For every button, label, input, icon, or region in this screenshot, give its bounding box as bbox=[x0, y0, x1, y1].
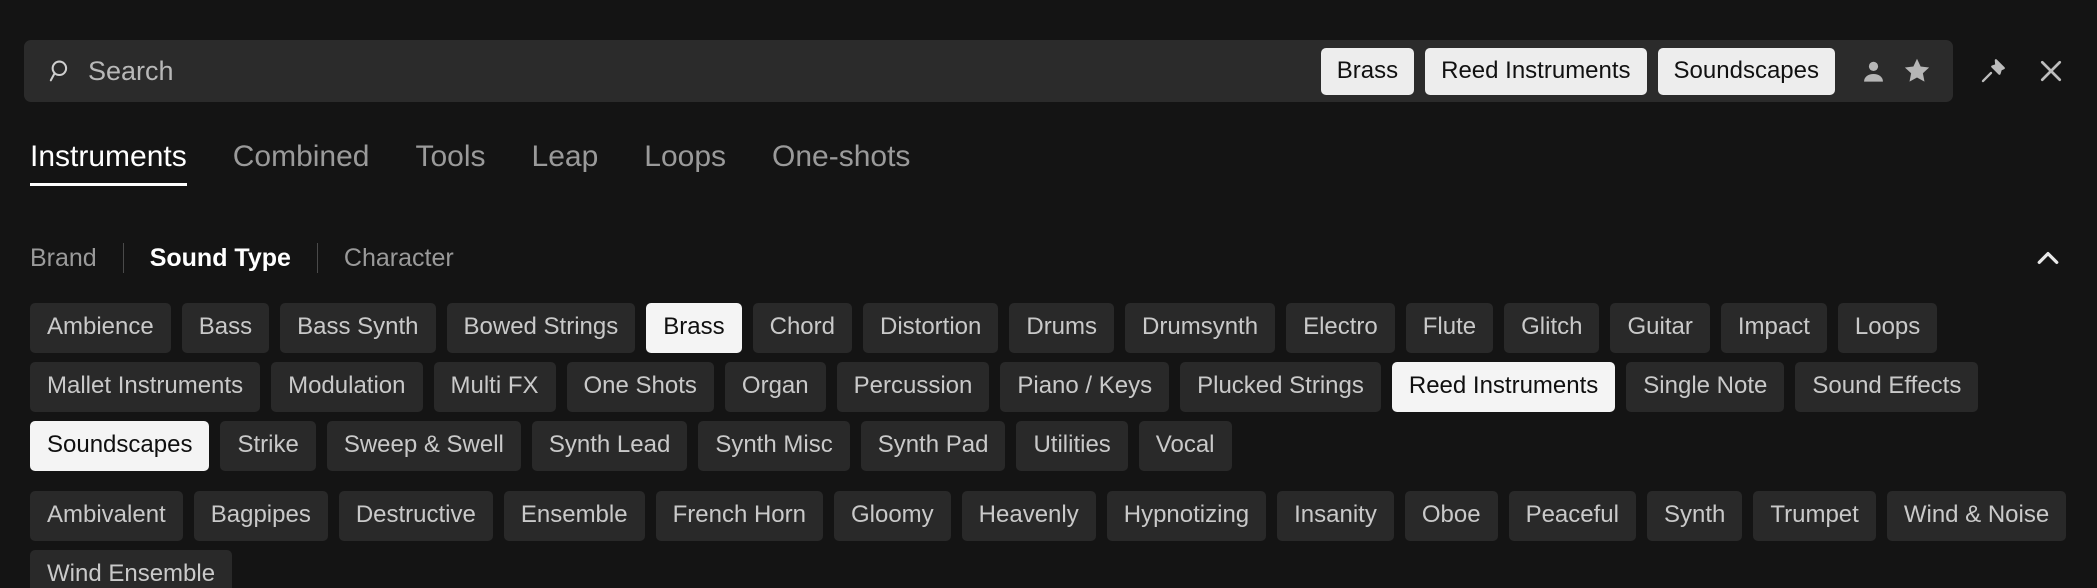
filter-tag-ensemble[interactable]: Ensemble bbox=[503, 491, 645, 541]
filter-tag-oboe[interactable]: Oboe bbox=[1404, 491, 1498, 541]
filter-tag-strike[interactable]: Strike bbox=[220, 421, 316, 471]
chevron-up-icon[interactable] bbox=[2026, 238, 2070, 278]
filter-tag-multi-fx[interactable]: Multi FX bbox=[433, 362, 556, 412]
filter-tag-wind-noise[interactable]: Wind & Noise bbox=[1886, 491, 2067, 541]
tag-row: Ambience Bass Bass Synth Bowed Strings Brass… bbox=[30, 303, 2070, 353]
filter-tag-french-horn[interactable]: French Horn bbox=[655, 491, 823, 541]
filter-tag-piano-keys[interactable]: Piano / Keys bbox=[1000, 362, 1170, 412]
filter-tag-drumsynth[interactable]: Drumsynth bbox=[1125, 303, 1276, 353]
filter-tag-brass[interactable]: Brass bbox=[646, 303, 742, 353]
filter-tag-peaceful[interactable]: Peaceful bbox=[1508, 491, 1636, 541]
subtype-tags: Ambivalent Bagpipes Destructive Ensemble Fre… bbox=[30, 491, 2070, 588]
filter-tag-impact[interactable]: Impact bbox=[1720, 303, 1827, 353]
active-chip-brass[interactable]: Brass bbox=[1320, 47, 1415, 95]
tag-row: Soundscapes Strike Sweep & Swell Synth Lead… bbox=[30, 421, 2070, 471]
filter-tag-bowed-strings[interactable]: Bowed Strings bbox=[446, 303, 636, 353]
tag-row: Mallet Instruments Modulation Multi FX One … bbox=[30, 362, 2070, 412]
filter-tag-mallet-instruments[interactable]: Mallet Instruments bbox=[30, 362, 261, 412]
pin-icon[interactable] bbox=[1971, 49, 2015, 93]
filter-tag-utilities[interactable]: Utilities bbox=[1016, 421, 1128, 471]
filter-tag-hypnotizing[interactable]: Hypnotizing bbox=[1106, 491, 1267, 541]
filter-tag-synth[interactable]: Synth bbox=[1646, 491, 1743, 541]
filter-tag-synth-pad[interactable]: Synth Pad bbox=[860, 421, 1006, 471]
filter-tag-single-note[interactable]: Single Note bbox=[1626, 362, 1785, 412]
tab-label: Instruments bbox=[30, 140, 187, 173]
filter-tag-percussion[interactable]: Percussion bbox=[836, 362, 990, 412]
filter-tag-organ[interactable]: Organ bbox=[724, 362, 826, 412]
category-character[interactable]: Character bbox=[318, 244, 480, 273]
filter-tag-ambience[interactable]: Ambience bbox=[30, 303, 171, 353]
filter-tag-reed-instruments[interactable]: Reed Instruments bbox=[1391, 362, 1616, 412]
filter-tag-trumpet[interactable]: Trumpet bbox=[1753, 491, 1876, 541]
tag-row: Wind Ensemble bbox=[30, 550, 2070, 588]
main-tabs: Instruments Combined Tools Leap Loops On… bbox=[30, 140, 933, 186]
filter-tag-bass-synth[interactable]: Bass Synth bbox=[280, 303, 436, 353]
filter-tag-loops[interactable]: Loops bbox=[1837, 303, 1938, 353]
browser-filter-panel: Brass Reed Instruments Soundscapes bbox=[0, 0, 2097, 588]
active-chip-reed-instruments[interactable]: Reed Instruments bbox=[1425, 47, 1647, 95]
tab-label: Leap bbox=[531, 140, 599, 173]
filter-tag-bagpipes[interactable]: Bagpipes bbox=[193, 491, 328, 541]
filter-tag-drums[interactable]: Drums bbox=[1009, 303, 1115, 353]
search-input[interactable] bbox=[74, 51, 1321, 91]
tab-label: One-shots bbox=[772, 140, 911, 173]
category-brand[interactable]: Brand bbox=[30, 244, 123, 273]
tab-combined[interactable]: Combined bbox=[210, 140, 393, 186]
filter-tag-soundscapes[interactable]: Soundscapes bbox=[30, 421, 210, 471]
filter-tag-vocal[interactable]: Vocal bbox=[1138, 421, 1232, 471]
filter-tag-heavenly[interactable]: Heavenly bbox=[961, 491, 1096, 541]
active-filter-chips: Brass Reed Instruments Soundscapes bbox=[1320, 47, 1835, 95]
window-controls bbox=[1971, 49, 2073, 93]
filter-tag-flute[interactable]: Flute bbox=[1405, 303, 1494, 353]
sound-type-tags: Ambience Bass Bass Synth Bowed Strings Brass… bbox=[30, 303, 2070, 491]
filter-tag-sound-effects[interactable]: Sound Effects bbox=[1795, 362, 1979, 412]
filter-tag-electro[interactable]: Electro bbox=[1286, 303, 1395, 353]
filter-tag-plucked-strings[interactable]: Plucked Strings bbox=[1180, 362, 1381, 412]
user-icon[interactable] bbox=[1851, 49, 1895, 93]
filter-tag-synth-misc[interactable]: Synth Misc bbox=[698, 421, 850, 471]
filter-tag-modulation[interactable]: Modulation bbox=[271, 362, 423, 412]
filter-tag-gloomy[interactable]: Gloomy bbox=[833, 491, 951, 541]
tag-group-spacer bbox=[30, 480, 2070, 491]
tab-loops[interactable]: Loops bbox=[621, 140, 749, 186]
tab-label: Combined bbox=[232, 140, 370, 173]
filter-tag-wind-ensemble[interactable]: Wind Ensemble bbox=[30, 550, 233, 588]
search-bar-row: Brass Reed Instruments Soundscapes bbox=[0, 36, 2097, 106]
filter-tag-glitch[interactable]: Glitch bbox=[1504, 303, 1600, 353]
filter-tag-guitar[interactable]: Guitar bbox=[1610, 303, 1710, 353]
star-icon[interactable] bbox=[1895, 49, 1939, 93]
tag-row: Ambivalent Bagpipes Destructive Ensemble Fre… bbox=[30, 491, 2070, 541]
filter-tag-area: Ambience Bass Bass Synth Bowed Strings Brass… bbox=[30, 303, 2070, 588]
filter-tag-sweep-swell[interactable]: Sweep & Swell bbox=[326, 421, 521, 471]
filter-tag-one-shots[interactable]: One Shots bbox=[566, 362, 714, 412]
filter-tag-bass[interactable]: Bass bbox=[181, 303, 270, 353]
filter-tag-distortion[interactable]: Distortion bbox=[862, 303, 999, 353]
tab-instruments[interactable]: Instruments bbox=[30, 140, 210, 186]
filter-tag-destructive[interactable]: Destructive bbox=[338, 491, 493, 541]
tab-tools[interactable]: Tools bbox=[392, 140, 508, 186]
tab-label: Tools bbox=[415, 140, 486, 173]
search-bar[interactable]: Brass Reed Instruments Soundscapes bbox=[24, 40, 1953, 102]
filter-tag-synth-lead[interactable]: Synth Lead bbox=[531, 421, 688, 471]
category-sound-type[interactable]: Sound Type bbox=[124, 244, 317, 273]
filter-tag-insanity[interactable]: Insanity bbox=[1277, 491, 1394, 541]
close-icon[interactable] bbox=[2029, 49, 2073, 93]
filter-tag-ambivalent[interactable]: Ambivalent bbox=[30, 491, 183, 541]
tab-leap[interactable]: Leap bbox=[509, 140, 622, 186]
filter-tag-chord[interactable]: Chord bbox=[752, 303, 852, 353]
search-icon bbox=[48, 58, 74, 84]
filter-category-row: Brand Sound Type Character bbox=[30, 238, 2070, 278]
tab-label: Loops bbox=[644, 140, 727, 173]
active-chip-soundscapes[interactable]: Soundscapes bbox=[1657, 47, 1835, 95]
tab-one-shots[interactable]: One-shots bbox=[749, 140, 933, 186]
